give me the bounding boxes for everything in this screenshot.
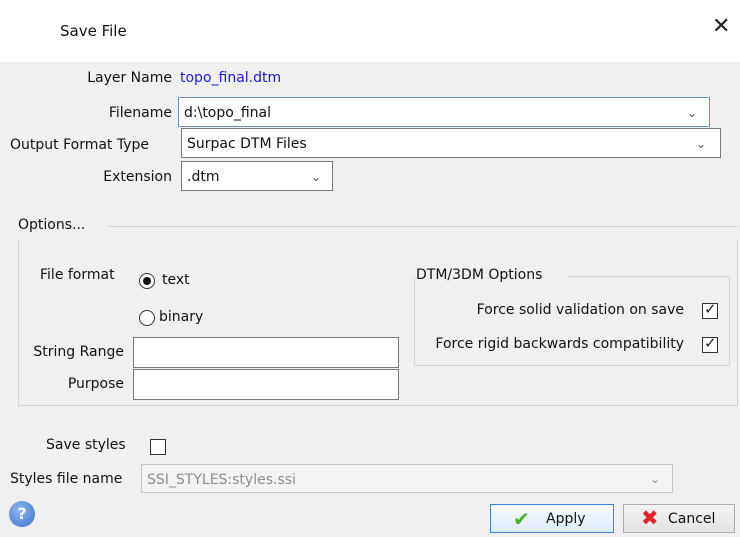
chevron-down-icon[interactable]: ⌄ xyxy=(696,137,706,151)
extension-select[interactable]: .dtm ⌄ xyxy=(181,161,333,191)
dtm-options-divider xyxy=(568,276,730,277)
extension-value: .dtm xyxy=(187,169,220,185)
radio-binary-label[interactable]: binary xyxy=(159,309,203,325)
extension-label: Extension xyxy=(103,169,172,185)
styles-file-select[interactable]: SSI_STYLES:styles.ssi ⌄ xyxy=(141,464,673,493)
force-solid-label: Force solid validation on save xyxy=(476,302,684,318)
chevron-down-icon[interactable]: ⌄ xyxy=(650,472,660,486)
force-rigid-checkbox[interactable]: ✓ xyxy=(702,334,718,353)
title-bar: Save File ✕ xyxy=(0,0,740,62)
output-format-value: Surpac DTM Files xyxy=(187,136,307,152)
help-icon[interactable]: ? xyxy=(9,501,35,527)
force-rigid-label: Force rigid backwards compatibility xyxy=(435,336,684,352)
string-range-label: String Range xyxy=(33,344,124,360)
filename-label: Filename xyxy=(108,105,172,121)
filename-value: d:\topo_final xyxy=(184,105,271,121)
check-icon: ✓ xyxy=(704,334,717,352)
purpose-label: Purpose xyxy=(67,376,124,392)
filename-field[interactable]: d:\topo_final ⌄ xyxy=(178,97,710,127)
check-icon: ✓ xyxy=(704,300,717,318)
radio-text-label[interactable]: text xyxy=(162,272,190,288)
apply-button[interactable]: ✔ Apply xyxy=(490,504,614,533)
force-solid-checkbox[interactable]: ✓ xyxy=(702,300,718,319)
output-format-select[interactable]: Surpac DTM Files ⌄ xyxy=(181,128,721,158)
window-title: Save File xyxy=(60,22,127,40)
radio-selected-dot xyxy=(143,277,151,285)
close-icon[interactable]: ✕ xyxy=(712,16,730,38)
layer-name-value: topo_final.dtm xyxy=(180,70,282,86)
file-format-label: File format xyxy=(40,267,115,283)
purpose-input[interactable] xyxy=(133,369,399,400)
cancel-button[interactable]: ✖ Cancel xyxy=(623,504,735,533)
green-check-icon: ✔ xyxy=(513,507,530,531)
options-divider xyxy=(108,226,738,227)
dtm-options-panel xyxy=(414,276,730,366)
save-styles-label: Save styles xyxy=(46,437,126,453)
output-format-label: Output Format Type xyxy=(10,137,150,153)
chevron-down-icon[interactable]: ⌄ xyxy=(311,170,321,184)
chevron-down-icon[interactable]: ⌄ xyxy=(687,106,697,120)
styles-file-label: Styles file name xyxy=(10,471,123,487)
save-styles-checkbox[interactable] xyxy=(150,439,166,455)
dialog-content: Layer Name topo_final.dtm Filename d:\to… xyxy=(0,62,740,537)
string-range-input[interactable] xyxy=(133,337,399,368)
styles-file-value: SSI_STYLES:styles.ssi xyxy=(147,472,296,488)
apply-label: Apply xyxy=(546,511,586,527)
options-heading: Options... xyxy=(18,217,86,233)
dtm-options-title: DTM/3DM Options xyxy=(416,267,543,283)
red-x-icon: ✖ xyxy=(641,506,659,530)
radio-text[interactable] xyxy=(139,273,155,289)
cancel-label: Cancel xyxy=(668,511,716,527)
radio-binary[interactable] xyxy=(139,310,155,326)
layer-name-label: Layer Name xyxy=(87,70,172,86)
